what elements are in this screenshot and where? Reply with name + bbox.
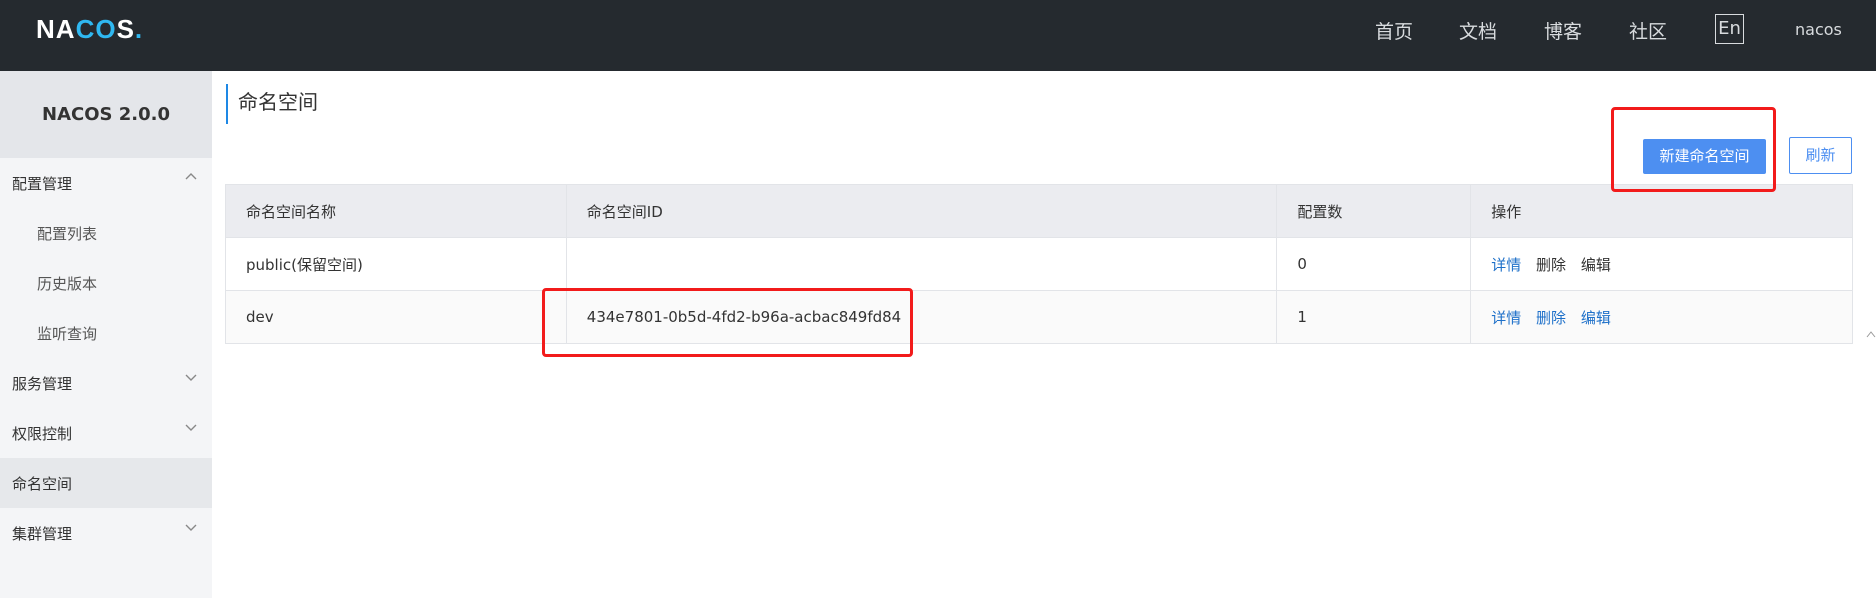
sidebar-item-config-list[interactable]: 配置列表 [0,208,212,258]
sidebar-item-label: 服务管理 [12,375,73,393]
sidebar-item-access-control[interactable]: 权限控制 [0,408,212,458]
main-content: 命名空间 新建命名空间 刷新 命名空间名称 命名空间ID 配置数 操作 publ… [212,71,1876,598]
logo-dot: . [134,14,144,44]
sidebar-item-label: 监听查询 [37,325,98,343]
sidebar-item-listener-query[interactable]: 监听查询 [0,308,212,358]
nacos-logo[interactable]: NACOS. [36,14,143,45]
edit-link[interactable]: 编辑 [1581,309,1611,327]
delete-link[interactable]: 删除 [1536,256,1566,274]
table-row: public(保留空间) 0 详情 删除 编辑 [225,237,1853,291]
cell-config-count: 0 [1276,237,1472,291]
chevron-up-icon [185,173,197,180]
sidebar: NACOS 2.0.0 配置管理 配置列表 历史版本 监听查询 服务管理 权限控… [0,71,212,598]
top-header: NACOS. 首页 文档 博客 社区 En nacos [0,0,1876,71]
cell-operations: 详情 删除 编辑 [1470,290,1853,344]
edit-link[interactable]: 编辑 [1581,256,1611,274]
page-title: 命名空间 [238,90,318,114]
user-name[interactable]: nacos [1795,20,1842,39]
cell-config-count: 1 [1276,290,1472,344]
sidebar-version: NACOS 2.0.0 [0,71,212,158]
column-header-config-count: 配置数 [1276,184,1472,238]
sidebar-item-cluster-management[interactable]: 集群管理 [0,508,212,558]
sidebar-item-label: 配置列表 [37,225,98,243]
delete-link[interactable]: 删除 [1536,309,1566,327]
sidebar-item-label: 配置管理 [12,175,73,193]
cell-namespace-name: public(保留空间) [225,237,567,291]
column-header-id: 命名空间ID [565,184,1278,238]
nav-docs[interactable]: 文档 [1459,17,1497,44]
logo-text-mid: CO [75,14,117,44]
refresh-button[interactable]: 刷新 [1789,137,1852,174]
namespace-table: 命名空间名称 命名空间ID 配置数 操作 public(保留空间) 0 详情 删… [225,184,1853,344]
logo-text-right: S [116,14,135,44]
sidebar-item-service-management[interactable]: 服务管理 [0,358,212,408]
nav-home[interactable]: 首页 [1375,17,1413,44]
chevron-down-icon [185,524,197,531]
nav-community[interactable]: 社区 [1629,17,1667,44]
sidebar-item-label: 集群管理 [12,525,73,543]
logo-text-left: NA [36,14,76,44]
details-link[interactable]: 详情 [1491,309,1521,327]
page-title-bar: 命名空间 [226,84,318,124]
chevron-down-icon [185,374,197,381]
chevron-down-icon [185,424,197,431]
sidebar-item-namespace[interactable]: 命名空间 [0,458,212,508]
language-toggle-button[interactable]: En [1715,14,1744,44]
sidebar-item-history[interactable]: 历史版本 [0,258,212,308]
sidebar-item-label: 历史版本 [37,275,98,293]
details-link[interactable]: 详情 [1491,256,1521,274]
cell-namespace-id: 434e7801-0b5d-4fd2-b96a-acbac849fd84 [565,290,1278,344]
sidebar-item-label: 命名空间 [12,475,73,493]
cell-namespace-name: dev [225,290,567,344]
nav-blog[interactable]: 博客 [1544,17,1582,44]
new-namespace-button[interactable]: 新建命名空间 [1643,139,1766,174]
table-row: dev 434e7801-0b5d-4fd2-b96a-acbac849fd84… [225,290,1853,344]
cell-namespace-id [565,237,1278,291]
sidebar-item-config-management[interactable]: 配置管理 [0,158,212,208]
sidebar-item-label: 权限控制 [12,425,73,443]
table-header-row: 命名空间名称 命名空间ID 配置数 操作 [225,184,1853,238]
column-header-operations: 操作 [1470,184,1853,238]
column-header-name: 命名空间名称 [225,184,567,238]
cell-operations: 详情 删除 编辑 [1470,237,1853,291]
